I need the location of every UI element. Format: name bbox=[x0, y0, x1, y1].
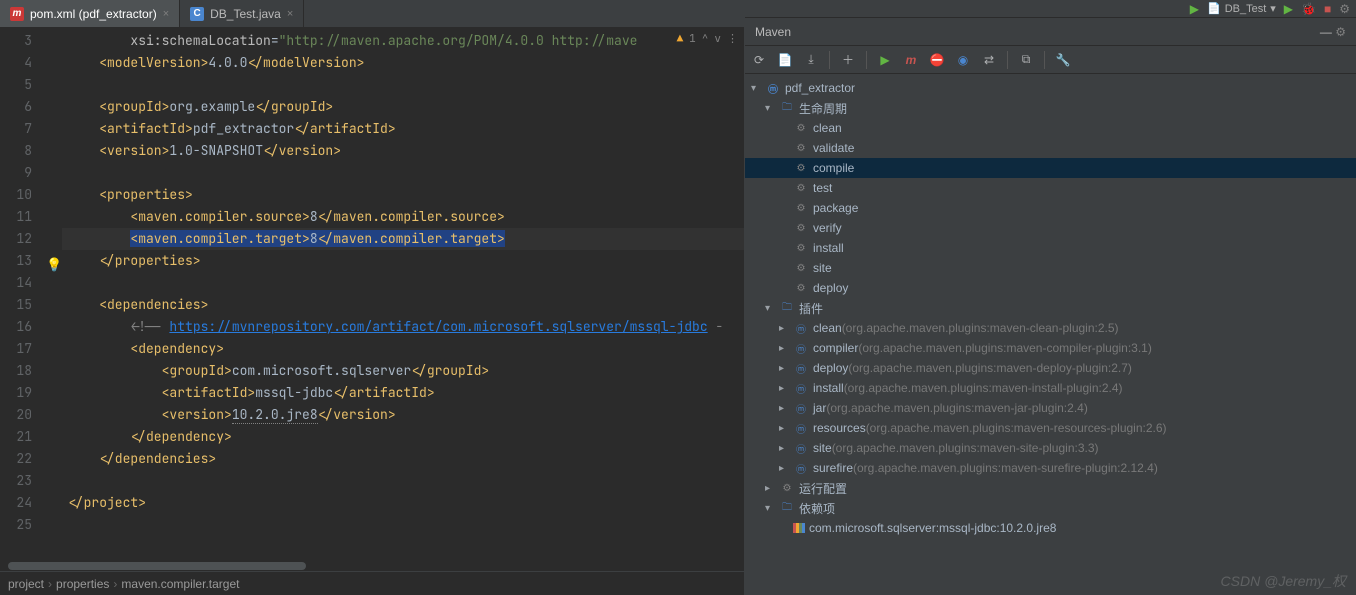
maven-project-node[interactable]: ▾ⓜpdf_extractor bbox=[745, 78, 1356, 98]
run-icon[interactable]: ▶ bbox=[1190, 2, 1199, 16]
breadcrumb-item[interactable]: maven.compiler.target bbox=[121, 577, 239, 591]
maven-icon[interactable]: m bbox=[903, 52, 919, 68]
lifecycle-validate[interactable]: ⚙validate bbox=[745, 138, 1356, 158]
lifecycle-node[interactable]: ▾🗀生命周期 bbox=[745, 98, 1356, 118]
plugin-install[interactable]: ▸ⓜinstall (org.apache.maven.plugins:mave… bbox=[745, 378, 1356, 398]
lifecycle-deploy[interactable]: ⚙deploy bbox=[745, 278, 1356, 298]
toggle-offline-icon[interactable]: ⛔ bbox=[929, 52, 945, 68]
lifecycle-install[interactable]: ⚙install bbox=[745, 238, 1356, 258]
dependencies-icon[interactable]: ⇄ bbox=[981, 52, 997, 68]
breadcrumb[interactable]: project › properties › maven.compiler.ta… bbox=[0, 571, 744, 595]
breadcrumb-item[interactable]: properties bbox=[56, 577, 109, 591]
plugin-jar[interactable]: ▸ⓜjar (org.apache.maven.plugins:maven-ja… bbox=[745, 398, 1356, 418]
reload-icon[interactable]: ⟳ bbox=[751, 52, 767, 68]
run-config-selector[interactable]: 📄 DB_Test ▾ bbox=[1207, 2, 1276, 15]
debug-icon[interactable]: 🐞 bbox=[1301, 2, 1316, 16]
close-icon[interactable]: × bbox=[287, 8, 293, 20]
editor-tabs: m pom.xml (pdf_extractor) × C DB_Test.ja… bbox=[0, 0, 744, 28]
code-lines[interactable]: xsi:schemaLocation="http://maven.apache.… bbox=[62, 28, 744, 561]
close-icon[interactable]: × bbox=[163, 8, 169, 20]
run-configs-node[interactable]: ▸⚙运行配置 bbox=[745, 478, 1356, 498]
download-icon[interactable]: ⤓ bbox=[803, 52, 819, 68]
breadcrumb-item[interactable]: project bbox=[8, 577, 44, 591]
plugin-clean[interactable]: ▸ⓜclean (org.apache.maven.plugins:maven-… bbox=[745, 318, 1356, 338]
plugin-compiler[interactable]: ▸ⓜcompiler (org.apache.maven.plugins:mav… bbox=[745, 338, 1356, 358]
plugins-node[interactable]: ▾🗀插件 bbox=[745, 298, 1356, 318]
inspection-summary[interactable]: ▲ 1 ^v ⋮ bbox=[677, 28, 738, 50]
lifecycle-compile[interactable]: ⚙compile bbox=[745, 158, 1356, 178]
plugin-surefire[interactable]: ▸ⓜsurefire (org.apache.maven.plugins:mav… bbox=[745, 458, 1356, 478]
plugin-deploy[interactable]: ▸ⓜdeploy (org.apache.maven.plugins:maven… bbox=[745, 358, 1356, 378]
chevron-right-icon: › bbox=[113, 577, 117, 591]
add-icon[interactable]: ＋ bbox=[840, 52, 856, 68]
dependency-item[interactable]: com.microsoft.sqlserver:mssql-jdbc:10.2.… bbox=[745, 518, 1356, 538]
tab-dbtest[interactable]: C DB_Test.java × bbox=[180, 0, 304, 27]
lifecycle-clean[interactable]: ⚙clean bbox=[745, 118, 1356, 138]
fold-column bbox=[42, 28, 62, 561]
tab-label: DB_Test.java bbox=[210, 7, 281, 21]
run-icon[interactable]: ▶ bbox=[1284, 2, 1293, 16]
java-class-icon: C bbox=[190, 7, 204, 21]
maven-icon: m bbox=[10, 7, 24, 21]
gear-icon[interactable]: ⚙ bbox=[1339, 2, 1350, 16]
lifecycle-test[interactable]: ⚙test bbox=[745, 178, 1356, 198]
kebab-icon: ⋮ bbox=[727, 32, 738, 46]
generate-sources-icon[interactable]: 📄 bbox=[777, 52, 793, 68]
chevron-right-icon: › bbox=[48, 577, 52, 591]
collapse-icon[interactable]: ⧉ bbox=[1018, 52, 1034, 68]
tab-label: pom.xml (pdf_extractor) bbox=[30, 7, 157, 21]
wrench-icon[interactable]: 🔧 bbox=[1055, 52, 1071, 68]
maven-tool-title: Maven — ⚙ bbox=[745, 18, 1356, 46]
plugin-resources[interactable]: ▸ⓜresources (org.apache.maven.plugins:ma… bbox=[745, 418, 1356, 438]
lifecycle-site[interactable]: ⚙site bbox=[745, 258, 1356, 278]
horizontal-scrollbar[interactable] bbox=[0, 561, 744, 571]
lifecycle-package[interactable]: ⚙package bbox=[745, 198, 1356, 218]
deps-node[interactable]: ▾🗀依赖项 bbox=[745, 498, 1356, 518]
plugin-site[interactable]: ▸ⓜsite (org.apache.maven.plugins:maven-s… bbox=[745, 438, 1356, 458]
maven-tree[interactable]: ▾ⓜpdf_extractor ▾🗀生命周期 ⚙clean⚙validate⚙c… bbox=[745, 74, 1356, 595]
tab-pom[interactable]: m pom.xml (pdf_extractor) × bbox=[0, 0, 180, 27]
stop-icon[interactable]: ■ bbox=[1324, 2, 1331, 16]
skip-tests-icon[interactable]: ◉ bbox=[955, 52, 971, 68]
line-gutter: 345678910111213141516171819202122232425 bbox=[0, 28, 42, 561]
maven-toolbar: ⟳ 📄 ⤓ ＋ ▶ m ⛔ ◉ ⇄ ⧉ 🔧 bbox=[745, 46, 1356, 74]
run-icon[interactable]: ▶ bbox=[877, 52, 893, 68]
warning-icon: ▲ bbox=[677, 32, 684, 46]
code-editor[interactable]: 345678910111213141516171819202122232425 … bbox=[0, 28, 744, 561]
intention-bulb-icon[interactable]: 💡 bbox=[46, 256, 62, 273]
lifecycle-verify[interactable]: ⚙verify bbox=[745, 218, 1356, 238]
ide-top-toolbar: ▶ 📄 DB_Test ▾ ▶ 🐞 ■ ⚙ bbox=[745, 0, 1356, 18]
gear-icon[interactable]: ⚙ bbox=[1335, 25, 1346, 39]
